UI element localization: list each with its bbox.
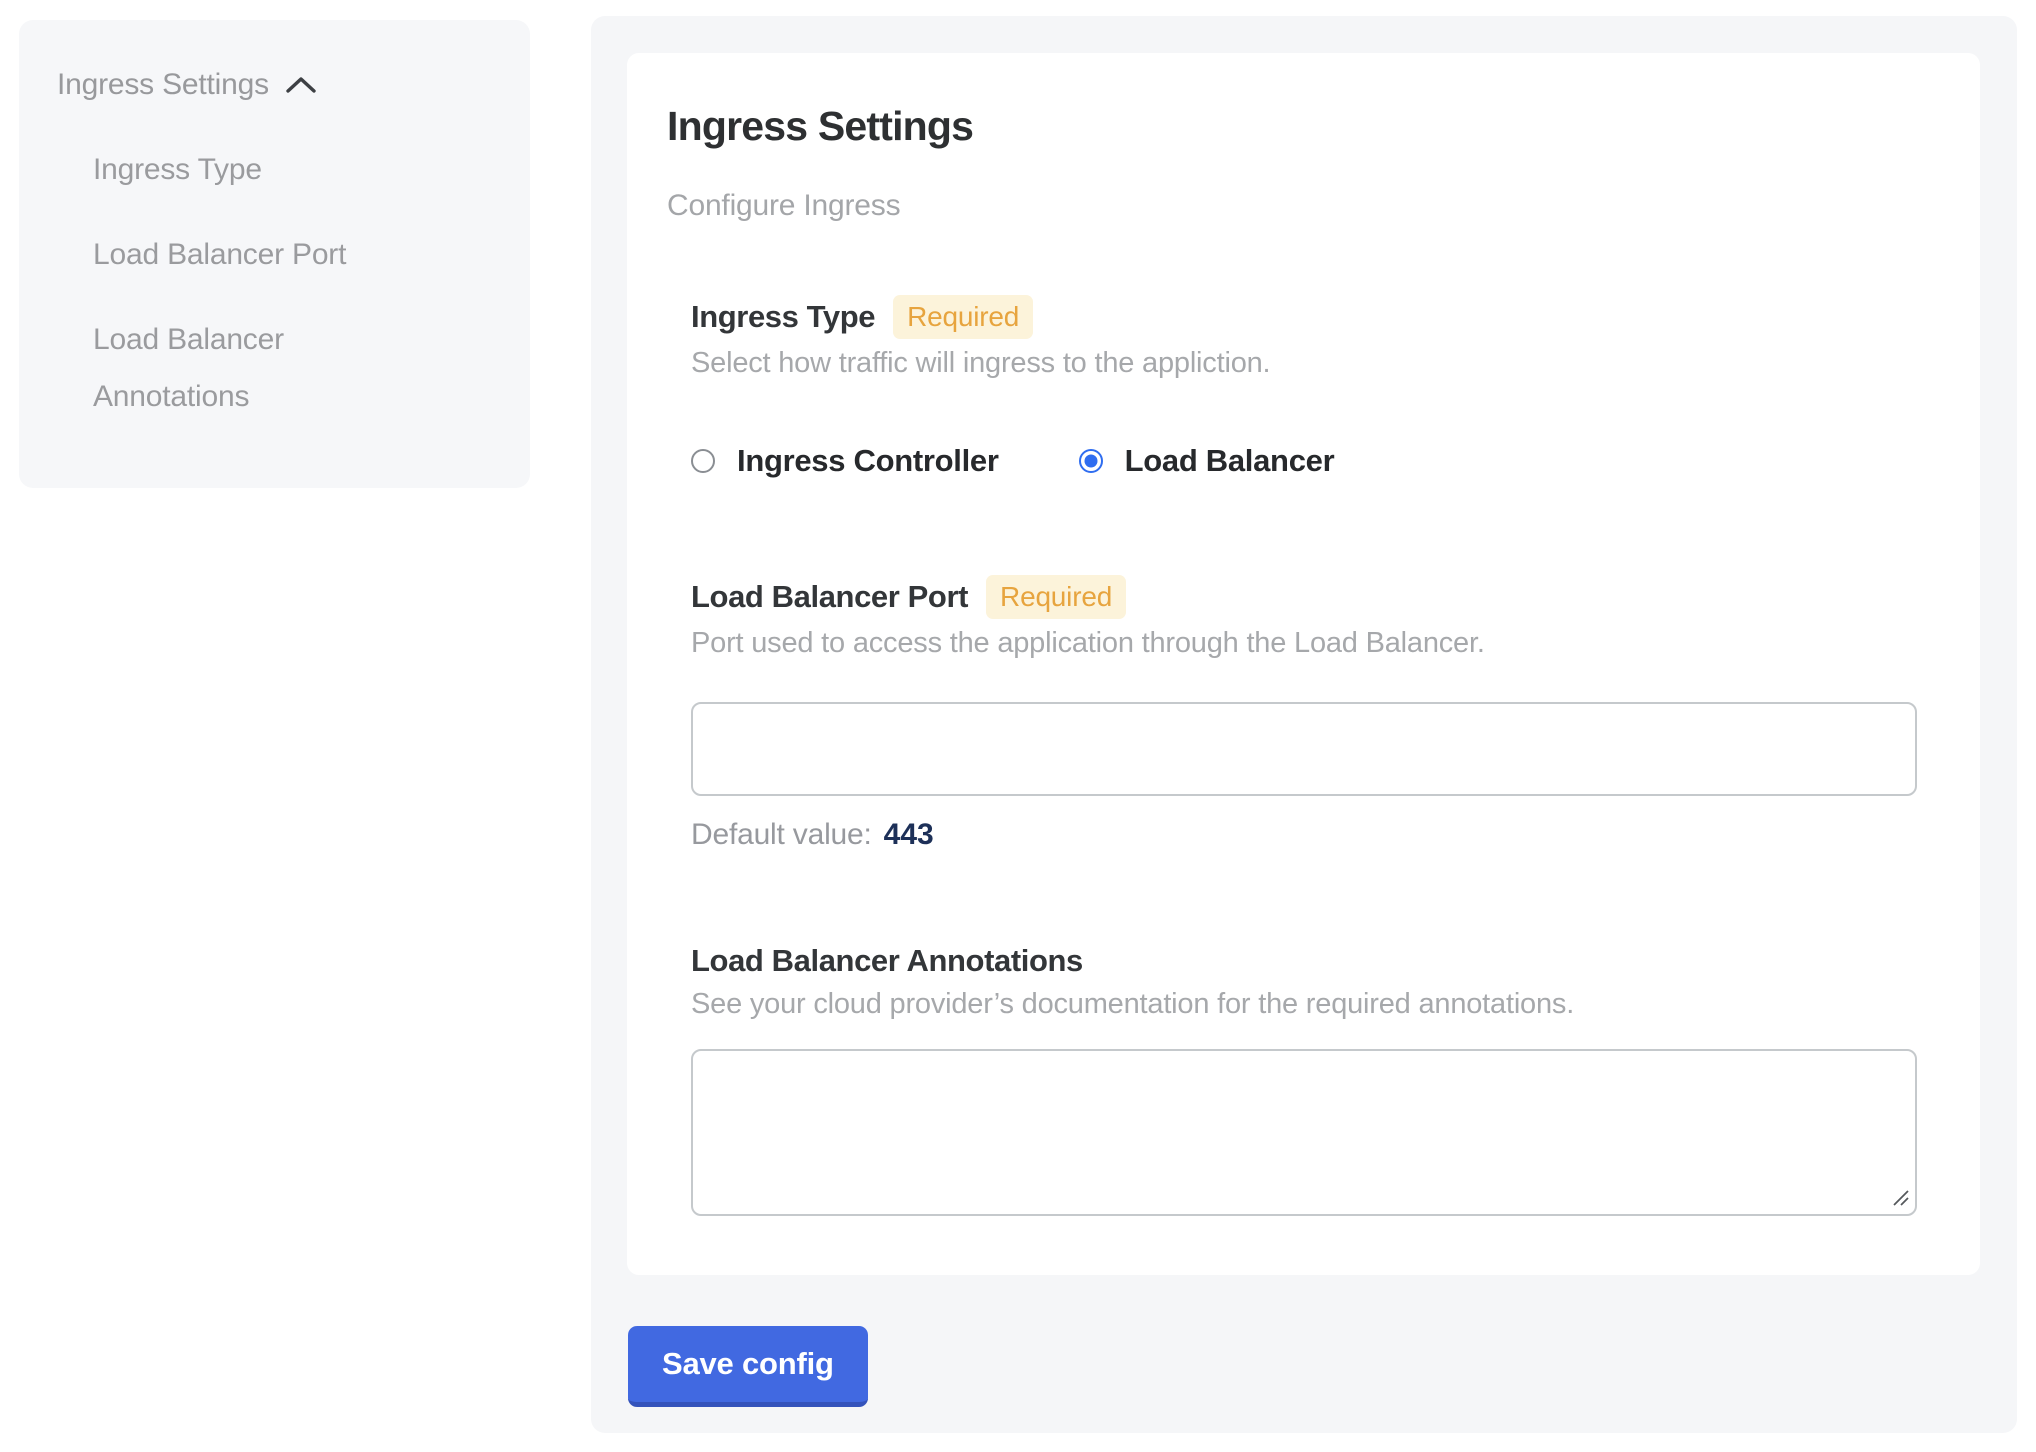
sidebar-item-load-balancer-port[interactable]: Load Balancer Port — [93, 226, 423, 283]
sidebar-group-ingress-settings[interactable]: Ingress Settings — [57, 62, 500, 108]
lb-annotations-heading-row: Load Balancer Annotations — [691, 942, 1917, 980]
default-value-label: Default value: — [691, 817, 872, 853]
ingress-type-help: Select how traffic will ingress to the a… — [691, 345, 1917, 381]
radio-label-ingress-controller: Ingress Controller — [737, 442, 999, 480]
radio-selected-icon[interactable] — [1079, 449, 1103, 473]
sidebar-item-ingress-type[interactable]: Ingress Type — [93, 141, 423, 198]
ingress-type-radio-group: Ingress Controller Load Balancer — [691, 442, 1917, 480]
radio-label-load-balancer: Load Balancer — [1125, 442, 1335, 480]
ingress-type-heading-row: Ingress Type Required — [691, 295, 1917, 339]
load-balancer-port-input[interactable] — [691, 702, 1917, 796]
lb-port-heading-row: Load Balancer Port Required — [691, 575, 1917, 619]
ingress-type-label: Ingress Type — [691, 298, 875, 336]
lb-annotations-help: See your cloud provider’s documentation … — [691, 986, 1917, 1022]
config-nav-sidebar: Ingress Settings Ingress Type Load Balan… — [19, 20, 530, 488]
lb-port-help: Port used to access the application thro… — [691, 625, 1917, 661]
sidebar-group-label: Ingress Settings — [57, 62, 269, 108]
radio-option-ingress-controller[interactable]: Ingress Controller — [691, 442, 999, 480]
config-main-panel: Ingress Settings Configure Ingress Ingre… — [591, 16, 2017, 1433]
page-title: Ingress Settings — [667, 102, 1917, 150]
field-load-balancer-port: Load Balancer Port Required Port used to… — [691, 575, 1917, 853]
required-badge: Required — [893, 295, 1033, 339]
ingress-settings-card: Ingress Settings Configure Ingress Ingre… — [627, 53, 1980, 1275]
sidebar-item-load-balancer-annotations[interactable]: Load Balancer Annotations — [93, 311, 423, 425]
field-sections: Ingress Type Required Select how traffic… — [691, 295, 1917, 1216]
radio-unselected-icon[interactable] — [691, 449, 715, 473]
field-load-balancer-annotations: Load Balancer Annotations See your cloud… — [691, 942, 1917, 1216]
page-subtitle: Configure Ingress — [667, 188, 1917, 224]
field-ingress-type: Ingress Type Required Select how traffic… — [691, 295, 1917, 480]
lb-annotations-label: Load Balancer Annotations — [691, 942, 1083, 980]
chevron-up-icon — [285, 75, 317, 95]
lb-port-default-row: Default value: 443 — [691, 817, 1917, 853]
default-value-number: 443 — [884, 817, 934, 853]
sidebar-item-list: Ingress Type Load Balancer Port Load Bal… — [93, 141, 500, 425]
lb-annotations-textarea-wrap — [691, 1049, 1917, 1216]
app-root: Ingress Settings Ingress Type Load Balan… — [0, 0, 2036, 1452]
load-balancer-annotations-textarea[interactable] — [691, 1049, 1917, 1216]
required-badge: Required — [986, 575, 1126, 619]
save-config-button[interactable]: Save config — [628, 1326, 868, 1407]
radio-option-load-balancer[interactable]: Load Balancer — [1079, 442, 1335, 480]
lb-port-label: Load Balancer Port — [691, 578, 968, 616]
